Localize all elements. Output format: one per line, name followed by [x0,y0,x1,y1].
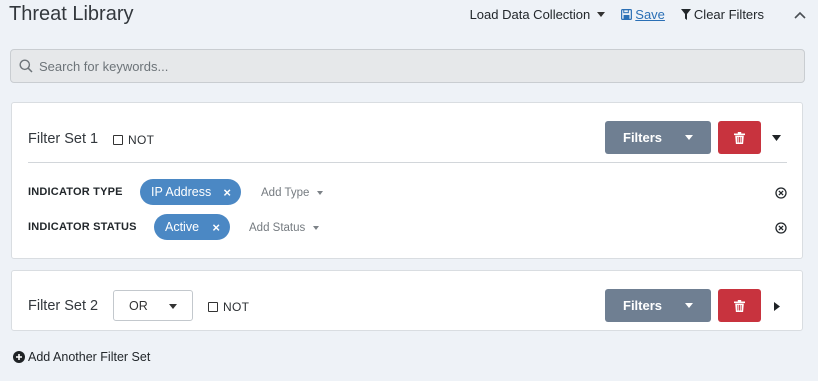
header-actions: Load Data Collection Save Clear Filters [470,7,806,22]
remove-chip-icon[interactable]: × [212,220,220,235]
chevron-down-icon [597,12,606,17]
add-type-label: Add Type [261,187,310,199]
indicator-status-label: INDICATOR STATUS [28,221,137,233]
filters-dropdown-button[interactable]: Filters [605,289,711,322]
not-label: NOT [128,133,155,147]
clear-row-icon[interactable] [775,222,787,234]
search-icon [19,59,33,73]
chevron-up-icon [794,11,806,19]
caret-down-icon[interactable] [772,135,781,141]
filter-set-label: Filter Set 2 [28,298,99,314]
filters-dropdown-button[interactable]: Filters [605,121,711,154]
chevron-down-icon [685,303,693,308]
save-button[interactable]: Save [621,7,665,22]
not-label: NOT [223,300,250,314]
chip-label: Active [165,220,200,234]
filters-label: Filters [623,298,663,313]
chip-label: IP Address [151,185,212,199]
operator-select[interactable]: OR [113,290,193,321]
load-data-collection-label: Load Data Collection [469,7,591,22]
delete-filter-set-button[interactable] [718,121,761,154]
filter-set-card: Filter Set 2 OR NOT Filters [11,270,803,331]
add-status-label: Add Status [249,222,306,234]
remove-chip-icon[interactable]: × [223,185,231,200]
page-header: Threat Library Load Data Collection Save… [0,0,818,32]
not-checkbox[interactable] [113,135,123,145]
indicator-status-chip: Active × [154,214,230,240]
indicator-type-chip: IP Address × [140,179,241,205]
trash-icon [734,299,745,312]
divider [28,162,787,163]
collapse-button[interactable] [794,11,806,19]
chevron-down-icon [685,135,693,140]
not-toggle[interactable]: NOT [113,133,154,147]
search-input[interactable] [39,58,779,74]
plus-circle-icon [13,351,25,363]
add-type-dropdown[interactable]: Add Type [261,187,324,199]
add-filter-set-label: Add Another Filter Set [28,350,151,364]
trash-icon [734,131,745,144]
chevron-down-icon [317,191,324,195]
filter-set-label: Filter Set 1 [28,131,99,147]
delete-filter-set-button[interactable] [718,289,761,322]
chevron-down-icon [313,226,320,230]
operator-value: OR [129,298,148,313]
funnel-icon [680,9,691,20]
filter-set-card: Filter Set 1 NOT Filters INDICATOR TYPE … [11,102,803,259]
chevron-down-icon [169,304,177,309]
clear-row-icon[interactable] [775,187,787,199]
clear-filters-label: Clear Filters [693,7,764,22]
not-toggle[interactable]: NOT [208,300,249,314]
indicator-type-label: INDICATOR TYPE [28,186,123,198]
filters-label: Filters [623,130,663,145]
caret-right-icon[interactable] [774,302,780,311]
load-data-collection-dropdown[interactable]: Load Data Collection [470,7,606,22]
save-icon [621,9,633,20]
page-title: Threat Library [9,3,134,25]
not-checkbox[interactable] [208,302,218,312]
save-label: Save [635,7,665,22]
search-bar [10,49,805,83]
add-filter-set-button[interactable]: Add Another Filter Set [13,350,150,364]
clear-filters-button[interactable]: Clear Filters [680,7,764,22]
add-status-dropdown[interactable]: Add Status [249,222,320,234]
